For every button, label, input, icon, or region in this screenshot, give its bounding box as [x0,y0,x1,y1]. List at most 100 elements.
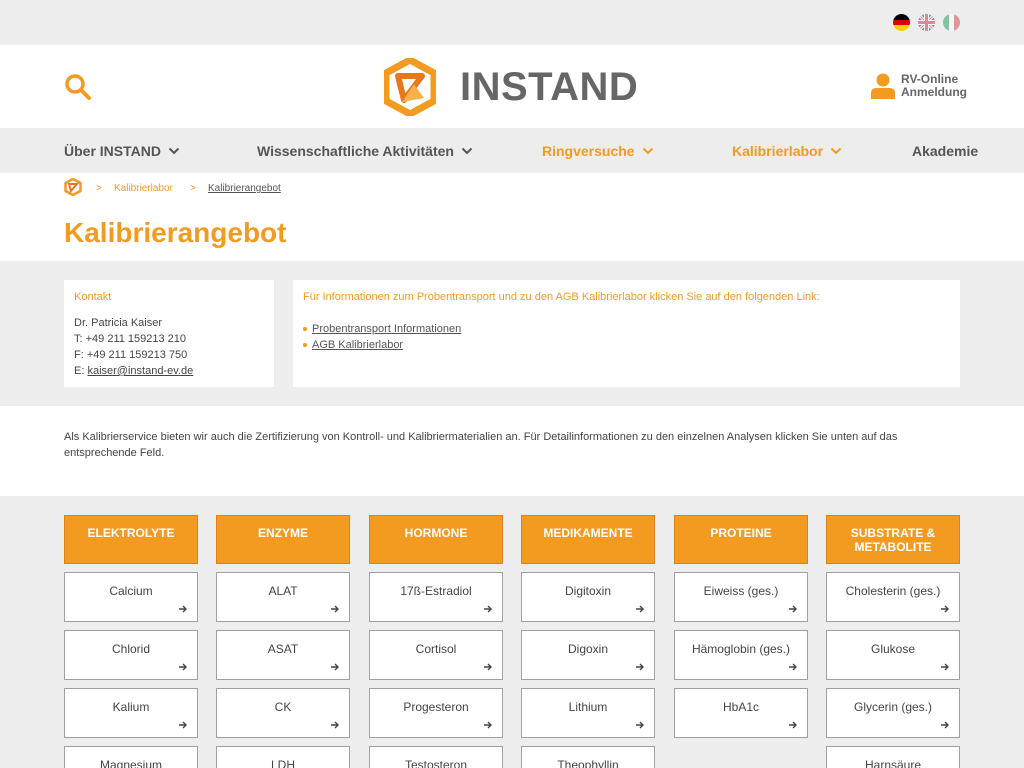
contact-email-link[interactable]: kaiser@instand-ev.de [87,365,193,377]
contact-fax: F: +49 211 159213 750 [74,349,188,361]
analysis-tile[interactable]: Hämoglobin (ges.) [674,630,808,680]
analysis-tile[interactable]: Testosteron [369,746,503,768]
home-logo-icon[interactable] [64,178,82,196]
main-nav: Über INSTAND Wissenschaftliche Aktivität… [0,128,1024,173]
contact-label: Kontakt [74,291,112,303]
search-icon[interactable] [64,73,92,101]
italy-flag-icon[interactable] [943,14,960,31]
german-flag-icon[interactable] [893,14,910,31]
contact-phone: T: +49 211 159213 210 [74,333,187,345]
analysis-tile[interactable]: Magnesium [64,746,198,768]
arrow-right-icon [941,605,949,613]
analysis-tile[interactable]: Progesteron [369,688,503,738]
contact-box: Kontakt Dr. Patricia Kaiser T: +49 211 1… [64,280,274,387]
page-title-section: Kalibrierangebot [0,203,1024,261]
analysis-tile[interactable]: Glukose [826,630,960,680]
analysis-tile[interactable]: Chlorid [64,630,198,680]
category-header: ELEKTROLYTE [64,515,198,564]
arrow-right-icon [941,663,949,671]
arrow-right-icon [941,721,949,729]
user-icon [871,73,895,99]
analysis-tile[interactable]: CK [216,688,350,738]
nav-item-akademie[interactable]: Akademie [912,128,978,173]
links-intro: Für Informationen zum Probentransport un… [303,291,820,303]
page-title: Kalibrierangebot [64,217,287,248]
chevron-down-icon [168,147,180,154]
category-column-enzyme: ENZYME ALAT ASAT CK LDH [216,515,350,768]
category-header: ENZYME [216,515,350,564]
uk-flag-icon[interactable] [918,14,935,31]
arrow-right-icon [484,663,492,671]
agb-kalibrierlabor-link[interactable]: AGB Kalibrierlabor [312,339,403,351]
arrow-right-icon [331,663,339,671]
analysis-tile[interactable]: Theophyllin [521,746,655,768]
category-header: MEDIKAMENTE [521,515,655,564]
brand-name: INSTAND [460,65,639,109]
links-box: Für Informationen zum Probentransport un… [293,280,960,387]
nav-item-kalibrierlabor[interactable]: Kalibrierlabor [732,128,842,173]
category-column-elektrolyte: ELEKTROLYTE Calcium Chlorid Kalium Magne… [64,515,198,768]
category-column-medikamente: MEDIKAMENTE Digitoxin Digoxin Lithium Th… [521,515,655,768]
analysis-tile[interactable]: Glycerin (ges.) [826,688,960,738]
list-item: AGB Kalibrierlabor [303,337,950,353]
breadcrumb-kalibrierangebot[interactable]: Kalibrierangebot [208,183,281,194]
login-label: RV-Online Anmeldung [901,72,967,99]
chevron-down-icon [642,147,653,154]
breadcrumb: > Kalibrierlabor > Kalibrierangebot [0,173,1024,203]
analysis-tile[interactable]: Eiweiss (ges.) [674,572,808,622]
breadcrumb-separator: > [96,183,102,194]
arrow-right-icon [789,721,797,729]
category-column-substrate-metabolite: SUBSTRATE & METABOLITE Cholesterin (ges.… [826,515,960,768]
analysis-tile[interactable]: Harnsäure [826,746,960,768]
nav-item-wissenschaftliche-aktivitaeten[interactable]: Wissenschaftliche Aktivitäten [257,128,473,173]
instand-logo-icon [384,58,436,116]
analysis-tile[interactable]: 17ß-Estradiol [369,572,503,622]
description-section: Als Kalibrierservice bieten wir auch die… [0,406,1024,496]
analysis-tile[interactable]: ASAT [216,630,350,680]
description-text: Als Kalibrierservice bieten wir auch die… [64,431,898,459]
arrow-right-icon [179,663,187,671]
category-column-hormone: HORMONE 17ß-Estradiol Cortisol Progester… [369,515,503,768]
analysis-tile[interactable]: Cholesterin (ges.) [826,572,960,622]
category-header: PROTEINE [674,515,808,564]
chevron-down-icon [461,147,473,154]
language-switcher [893,14,960,31]
contact-name: Dr. Patricia Kaiser [74,317,163,329]
info-section: Kontakt Dr. Patricia Kaiser T: +49 211 1… [0,261,1024,406]
arrow-right-icon [789,605,797,613]
analysis-tile[interactable]: Digoxin [521,630,655,680]
arrow-right-icon [636,663,644,671]
rv-online-login[interactable]: RV-Online Anmeldung [871,73,967,99]
list-item: Probentransport Informationen [303,321,950,337]
breadcrumb-kalibrierlabor[interactable]: Kalibrierlabor [114,183,173,194]
arrow-right-icon [179,721,187,729]
arrow-right-icon [636,721,644,729]
nav-item-ueber-instand[interactable]: Über INSTAND [64,128,180,173]
analysis-tile[interactable]: Kalium [64,688,198,738]
analyses-grid: ELEKTROLYTE Calcium Chlorid Kalium Magne… [0,496,1024,768]
analysis-tile[interactable]: ALAT [216,572,350,622]
arrow-right-icon [484,721,492,729]
analysis-tile[interactable]: Cortisol [369,630,503,680]
instand-logo[interactable]: INSTAND [384,58,638,116]
analysis-tile[interactable]: HbA1c [674,688,808,738]
arrow-right-icon [789,663,797,671]
links-list: Probentransport Informationen AGB Kalibr… [303,321,950,353]
arrow-right-icon [331,721,339,729]
probentransport-link[interactable]: Probentransport Informationen [312,323,461,335]
category-header: HORMONE [369,515,503,564]
nav-item-ringversuche[interactable]: Ringversuche [542,128,654,173]
analysis-tile[interactable]: Lithium [521,688,655,738]
arrow-right-icon [179,605,187,613]
category-header: SUBSTRATE & METABOLITE [826,515,960,564]
site-header: INSTAND RV-Online Anmeldung [0,45,1024,128]
category-column-proteine: PROTEINE Eiweiss (ges.) Hämoglobin (ges.… [674,515,808,738]
breadcrumb-separator: > [190,183,196,194]
analysis-tile[interactable]: Digitoxin [521,572,655,622]
chevron-down-icon [830,147,842,154]
analysis-tile[interactable]: Calcium [64,572,198,622]
arrow-right-icon [331,605,339,613]
analysis-tile[interactable]: LDH [216,746,350,768]
arrow-right-icon [636,605,644,613]
contact-email-line: E: kaiser@instand-ev.de [74,365,194,377]
